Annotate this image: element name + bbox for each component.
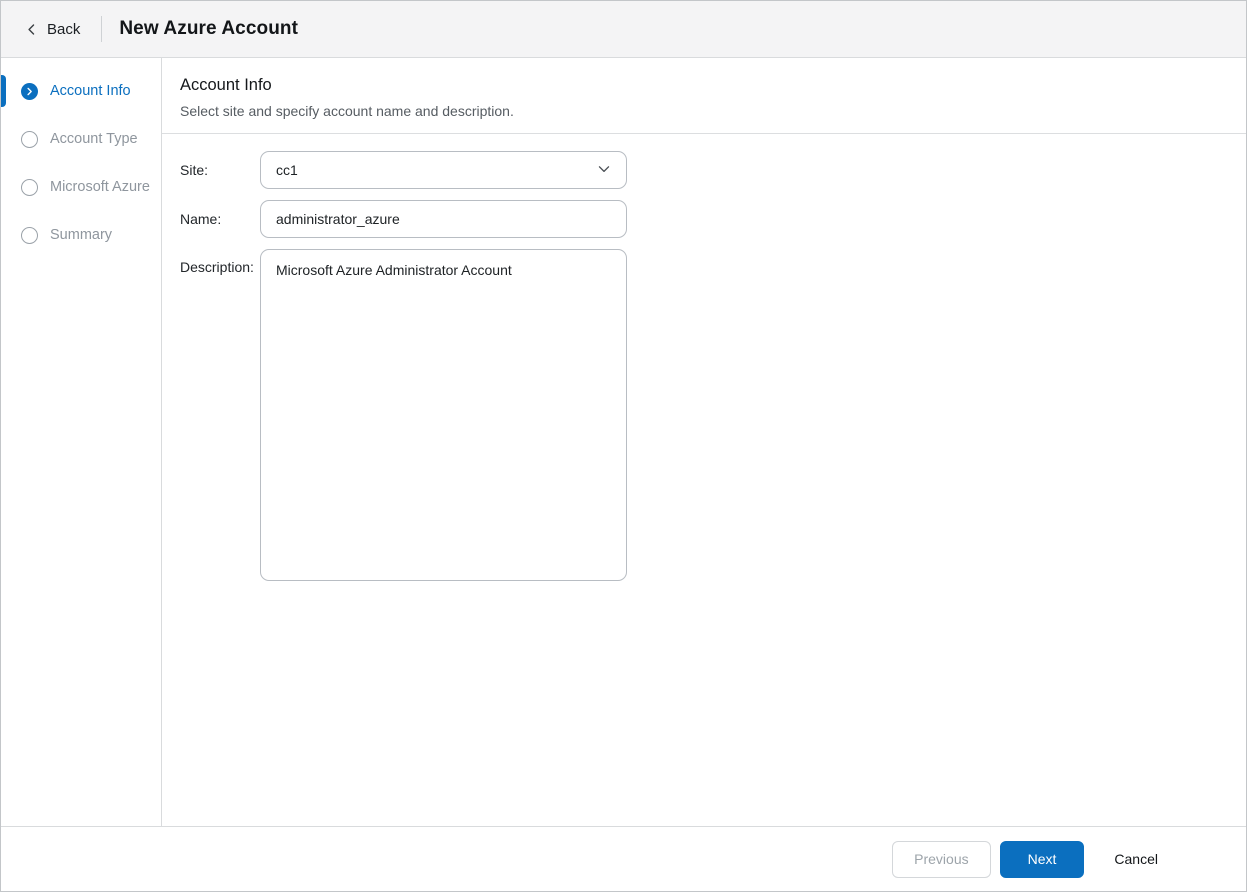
section-subheading: Select site and specify account name and… <box>180 103 1222 119</box>
stepper-item-account-info[interactable]: Account Info <box>1 67 161 115</box>
name-row: Name: <box>180 200 1246 238</box>
chevron-down-icon <box>597 162 611 179</box>
previous-button[interactable]: Previous <box>892 841 990 878</box>
chevron-left-icon <box>25 23 38 36</box>
name-label: Name: <box>180 200 260 238</box>
wizard-content: Account Info Select site and specify acc… <box>162 58 1246 826</box>
account-info-form: Site: cc1 Name: Descript <box>162 134 1246 592</box>
header-divider <box>101 16 102 42</box>
next-button[interactable]: Next <box>1000 841 1085 878</box>
stepper-item-account-type[interactable]: Account Type <box>1 115 161 163</box>
new-azure-account-wizard: Back New Azure Account Account Info Acco… <box>0 0 1247 892</box>
section-header: Account Info Select site and specify acc… <box>162 58 1246 134</box>
step-label: Summary <box>50 227 112 243</box>
wizard-stepper: Account Info Account Type Microsoft Azur… <box>1 58 162 826</box>
stepper-item-summary[interactable]: Summary <box>1 211 161 259</box>
step-label: Account Info <box>50 83 131 99</box>
chevron-right-circle-icon <box>21 83 38 100</box>
circle-outline-icon <box>21 179 38 196</box>
site-row: Site: cc1 <box>180 151 1246 189</box>
page-title: New Azure Account <box>119 18 298 40</box>
wizard-header: Back New Azure Account <box>1 1 1246 58</box>
site-label: Site: <box>180 151 260 189</box>
cancel-button[interactable]: Cancel <box>1106 841 1166 878</box>
back-button[interactable]: Back <box>23 17 82 42</box>
step-label: Account Type <box>50 131 138 147</box>
step-label: Microsoft Azure <box>50 179 150 195</box>
active-step-indicator <box>1 75 6 107</box>
description-row: Description: Microsoft Azure Administrat… <box>180 249 1246 581</box>
section-heading: Account Info <box>180 76 1222 95</box>
name-input[interactable] <box>260 200 627 238</box>
back-label: Back <box>47 21 80 38</box>
description-textarea[interactable]: Microsoft Azure Administrator Account <box>260 249 627 581</box>
stepper-item-microsoft-azure[interactable]: Microsoft Azure <box>1 163 161 211</box>
circle-outline-icon <box>21 131 38 148</box>
wizard-footer: Previous Next Cancel <box>1 826 1246 891</box>
site-select-value: cc1 <box>276 162 298 178</box>
description-label: Description: <box>180 249 260 581</box>
circle-outline-icon <box>21 227 38 244</box>
site-select[interactable]: cc1 <box>260 151 627 189</box>
wizard-body: Account Info Account Type Microsoft Azur… <box>1 58 1246 826</box>
